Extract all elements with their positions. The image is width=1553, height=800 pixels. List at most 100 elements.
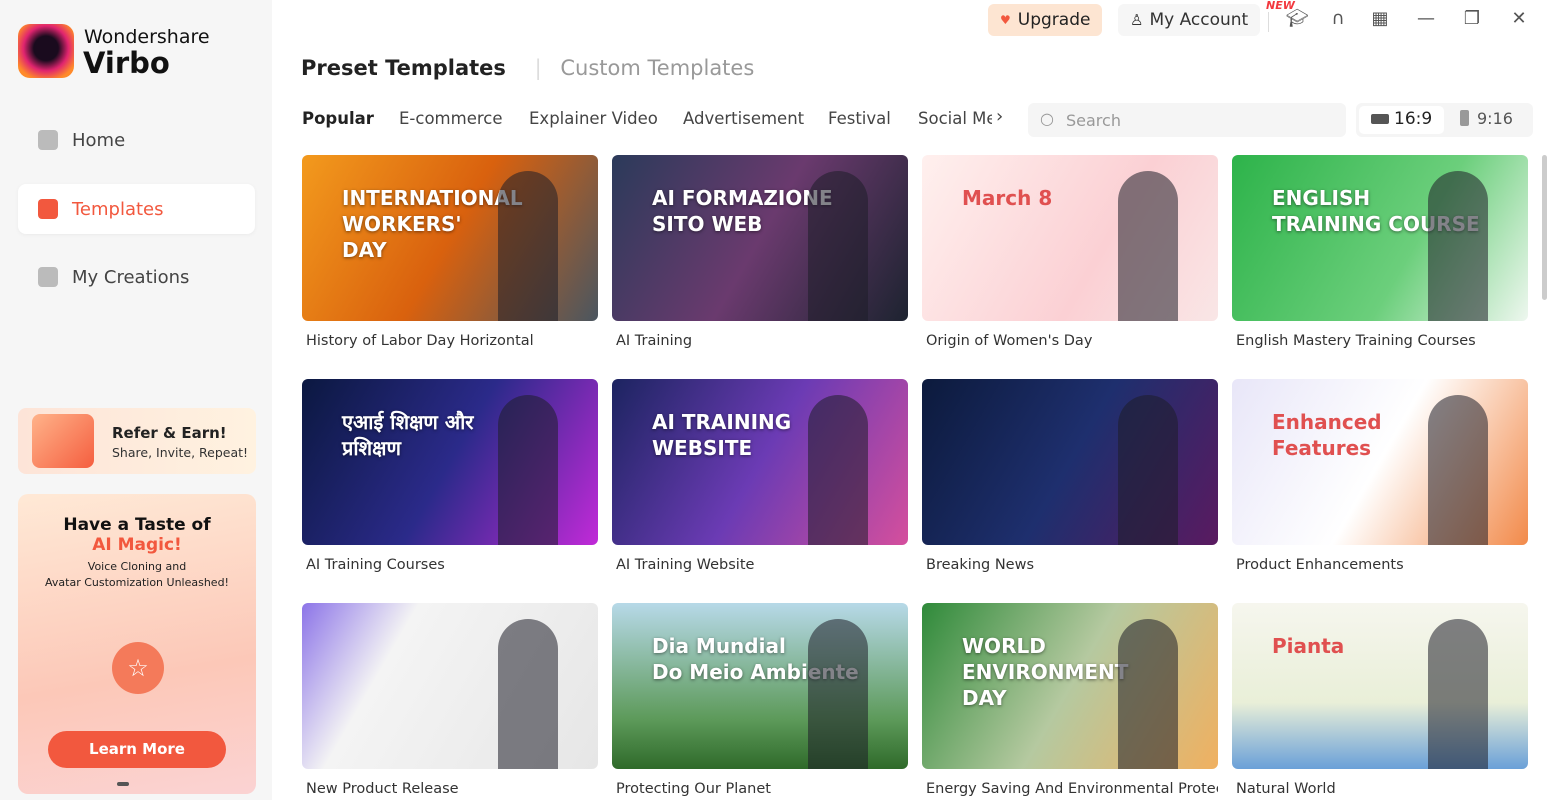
search-input[interactable]: ○ Search (1028, 103, 1346, 137)
template-card[interactable]: Enhanced Features Product Enhancements (1232, 379, 1528, 573)
template-card[interactable]: AI TRAINING WEBSITE AI Training Website (612, 379, 908, 573)
template-thumbnail[interactable] (922, 379, 1218, 545)
category-ecommerce[interactable]: E-commerce (399, 109, 503, 128)
avatar-presenter (1118, 619, 1178, 769)
sidebar-item-templates[interactable]: Templates (18, 184, 255, 234)
ratio-16-9-button[interactable]: 16:9 (1359, 106, 1444, 134)
category-advertisement[interactable]: Advertisement (683, 109, 804, 128)
template-title: AI Training (616, 333, 693, 349)
template-card[interactable]: Pianta Natural World (1232, 603, 1528, 797)
category-popular[interactable]: Popular (302, 109, 374, 128)
carousel-indicator[interactable] (117, 782, 129, 786)
template-thumbnail[interactable]: AI FORMAZIONE SITO WEB (612, 155, 908, 321)
avatar-presenter (498, 619, 558, 769)
ratio-label: 16:9 (1394, 109, 1433, 129)
template-thumbnail[interactable]: WORLD ENVIRONMENT DAY (922, 603, 1218, 769)
tab-custom-templates[interactable]: Custom Templates (560, 56, 754, 80)
learn-more-button[interactable]: Learn More (48, 731, 226, 768)
restore-icon[interactable]: ❐ (1460, 8, 1484, 29)
avatar-presenter (1428, 171, 1488, 321)
avatar-presenter (1118, 171, 1178, 321)
promo-title: Have a Taste of (63, 515, 211, 535)
close-icon[interactable]: ✕ (1507, 8, 1531, 29)
template-card[interactable]: New Product Release (302, 603, 598, 797)
sidebar-item-label: My Creations (72, 266, 190, 288)
avatar-presenter (1428, 619, 1488, 769)
virbo-logo (18, 24, 74, 78)
thumbnail-headline: March 8 (962, 186, 1053, 210)
tab-preset-templates[interactable]: Preset Templates (301, 56, 506, 80)
template-title: AI Training Website (616, 557, 755, 573)
thumbnail-headline: AI FORMAZIONE SITO WEB (652, 186, 833, 236)
apps-grid-icon[interactable]: ▦ (1368, 8, 1392, 29)
template-thumbnail[interactable]: AI TRAINING WEBSITE (612, 379, 908, 545)
creations-icon (38, 267, 58, 287)
template-card[interactable]: AI FORMAZIONE SITO WEB AI Training (612, 155, 908, 349)
thumbnail-headline: WORLD ENVIRONMENT DAY (962, 634, 1129, 710)
thumbnail-headline: INTERNATIONAL WORKERS' DAY (342, 186, 523, 262)
sidebar-item-home[interactable]: Home (18, 115, 255, 165)
template-card[interactable]: एआई शिक्षण और प्रशिक्षण AI Training Cour… (302, 379, 598, 573)
template-title: Product Enhancements (1236, 557, 1404, 573)
sidebar-item-my-creations[interactable]: My Creations (18, 252, 255, 302)
support-icon[interactable]: ∩ (1326, 8, 1350, 29)
template-card[interactable]: WORLD ENVIRONMENT DAY Energy Saving And … (922, 603, 1218, 797)
template-thumbnail[interactable]: Pianta (1232, 603, 1528, 769)
promo-highlight: AI Magic! (92, 535, 182, 555)
brand-name-line2: Virbo (83, 46, 170, 80)
search-placeholder: Search (1066, 111, 1121, 130)
thumbnail-headline: Pianta (1272, 634, 1345, 658)
tab-divider: | (534, 56, 542, 80)
ratio-9-16-button[interactable]: 9:16 (1460, 109, 1513, 128)
template-thumbnail[interactable]: Enhanced Features (1232, 379, 1528, 545)
ai-magic-promo: Have a Taste of AI Magic! Voice Cloning … (18, 494, 256, 794)
refer-subtitle: Share, Invite, Repeat! (112, 445, 249, 460)
template-title: Natural World (1236, 781, 1336, 797)
sidebar-item-label: Home (72, 129, 126, 151)
minimize-icon[interactable]: — (1414, 8, 1438, 29)
template-card[interactable]: Dia Mundial Do Meio Ambiente Protecting … (612, 603, 908, 797)
template-thumbnail[interactable]: एआई शिक्षण और प्रशिक्षण (302, 379, 598, 545)
landscape-icon (1371, 114, 1389, 124)
template-thumbnail[interactable]: ENGLISH TRAINING COURSE (1232, 155, 1528, 321)
user-icon: ♙ (1130, 11, 1144, 29)
avatar-presenter (1118, 395, 1178, 545)
template-title: New Product Release (306, 781, 459, 797)
template-card[interactable]: ENGLISH TRAINING COURSE English Mastery … (1232, 155, 1528, 349)
account-label: My Account (1149, 10, 1249, 30)
thumbnail-headline: AI TRAINING WEBSITE (652, 410, 792, 460)
avatar-presenter (1428, 395, 1488, 545)
promo-line1: Voice Cloning and (87, 560, 187, 573)
upgrade-label: Upgrade (1017, 10, 1091, 30)
avatar-presenter (498, 395, 558, 545)
template-thumbnail[interactable]: INTERNATIONAL WORKERS' DAY (302, 155, 598, 321)
template-thumbnail[interactable] (302, 603, 598, 769)
promo-line2: Avatar Customization Unleashed! (45, 576, 229, 589)
refer-earn-banner[interactable]: Refer & Earn! Share, Invite, Repeat! (18, 408, 256, 474)
template-thumbnail[interactable]: March 8 (922, 155, 1218, 321)
template-title: English Mastery Training Courses (1236, 333, 1476, 349)
star-magic-icon: ☆ (112, 642, 164, 694)
category-social-media[interactable]: Social Me (918, 109, 992, 128)
aspect-ratio-toggle: 16:9 9:16 (1356, 103, 1533, 137)
diamond-icon: ♥ (1000, 13, 1011, 27)
template-tabs: Preset Templates | Custom Templates (301, 56, 754, 80)
brand-name-line1: Wondershare (84, 26, 210, 48)
template-title: Origin of Women's Day (926, 333, 1093, 349)
chevron-right-icon[interactable]: › (996, 106, 1003, 127)
template-title: History of Labor Day Horizontal (306, 333, 534, 349)
category-explainer-video[interactable]: Explainer Video (529, 109, 658, 128)
template-title: Protecting Our Planet (616, 781, 771, 797)
template-card[interactable]: March 8 Origin of Women's Day (922, 155, 1218, 349)
template-thumbnail[interactable]: Dia Mundial Do Meio Ambiente (612, 603, 908, 769)
template-title: Energy Saving And Environmental Protect.… (926, 781, 1218, 797)
avatar-presenter (808, 395, 868, 545)
category-festival[interactable]: Festival (828, 109, 891, 128)
template-card[interactable]: Breaking News (922, 379, 1218, 573)
my-account-button[interactable]: ♙ My Account (1118, 4, 1261, 36)
upgrade-button[interactable]: ♥ Upgrade (988, 4, 1103, 36)
ratio-label: 9:16 (1477, 109, 1513, 128)
template-card[interactable]: INTERNATIONAL WORKERS' DAY History of La… (302, 155, 598, 349)
sidebar: Wondershare Virbo Home Templates My Crea… (0, 0, 272, 800)
scrollbar[interactable] (1542, 155, 1547, 300)
